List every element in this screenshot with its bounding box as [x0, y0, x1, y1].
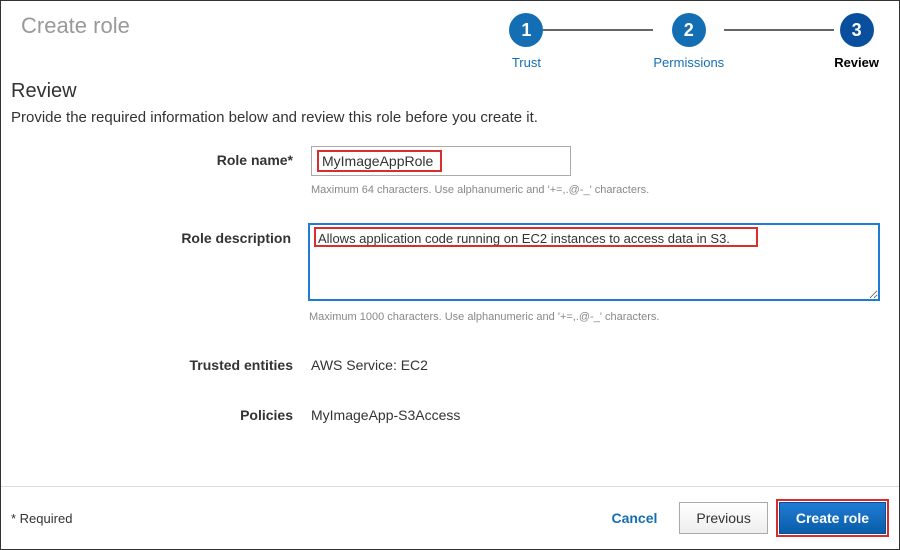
- role-name-label: Role name*: [21, 146, 311, 168]
- policies-value: MyImageApp-S3Access: [311, 401, 879, 423]
- stepper: 1 Trust 2 Permissions 3 Review: [509, 13, 879, 70]
- role-desc-input[interactable]: [309, 224, 879, 300]
- step-line: [724, 29, 834, 31]
- step-label-trust: Trust: [512, 55, 541, 70]
- policies-label: Policies: [21, 401, 311, 423]
- trusted-entities-value: AWS Service: EC2: [311, 351, 879, 373]
- create-role-highlight: Create role: [776, 499, 889, 537]
- step-trust[interactable]: 1 Trust: [509, 13, 543, 70]
- role-name-highlight: MyImageAppRole: [317, 150, 442, 172]
- role-name-input[interactable]: MyImageAppRole: [311, 146, 571, 176]
- role-name-value: MyImageAppRole: [322, 153, 433, 169]
- footer: * Required Cancel Previous Create role: [1, 486, 899, 549]
- step-circle-1: 1: [509, 13, 543, 47]
- role-desc-help: Maximum 1000 characters. Use alphanumeri…: [309, 311, 879, 323]
- page-title: Create role: [21, 13, 130, 39]
- step-review[interactable]: 3 Review: [834, 13, 879, 70]
- section-title: Review: [11, 80, 879, 103]
- role-desc-label: Role description: [21, 224, 309, 246]
- step-permissions[interactable]: 2 Permissions: [653, 13, 724, 70]
- section-subtitle: Provide the required information below a…: [11, 109, 879, 126]
- previous-button[interactable]: Previous: [679, 502, 767, 534]
- required-note: * Required: [11, 511, 72, 526]
- step-label-permissions: Permissions: [653, 55, 724, 70]
- cancel-button[interactable]: Cancel: [597, 502, 671, 534]
- step-line: [543, 29, 653, 31]
- create-role-button[interactable]: Create role: [779, 502, 886, 534]
- role-name-help: Maximum 64 characters. Use alphanumeric …: [311, 184, 879, 196]
- footer-buttons: Cancel Previous Create role: [597, 499, 889, 537]
- step-circle-2: 2: [672, 13, 706, 47]
- step-circle-3: 3: [840, 13, 874, 47]
- trusted-entities-label: Trusted entities: [21, 351, 311, 373]
- step-label-review: Review: [834, 55, 879, 70]
